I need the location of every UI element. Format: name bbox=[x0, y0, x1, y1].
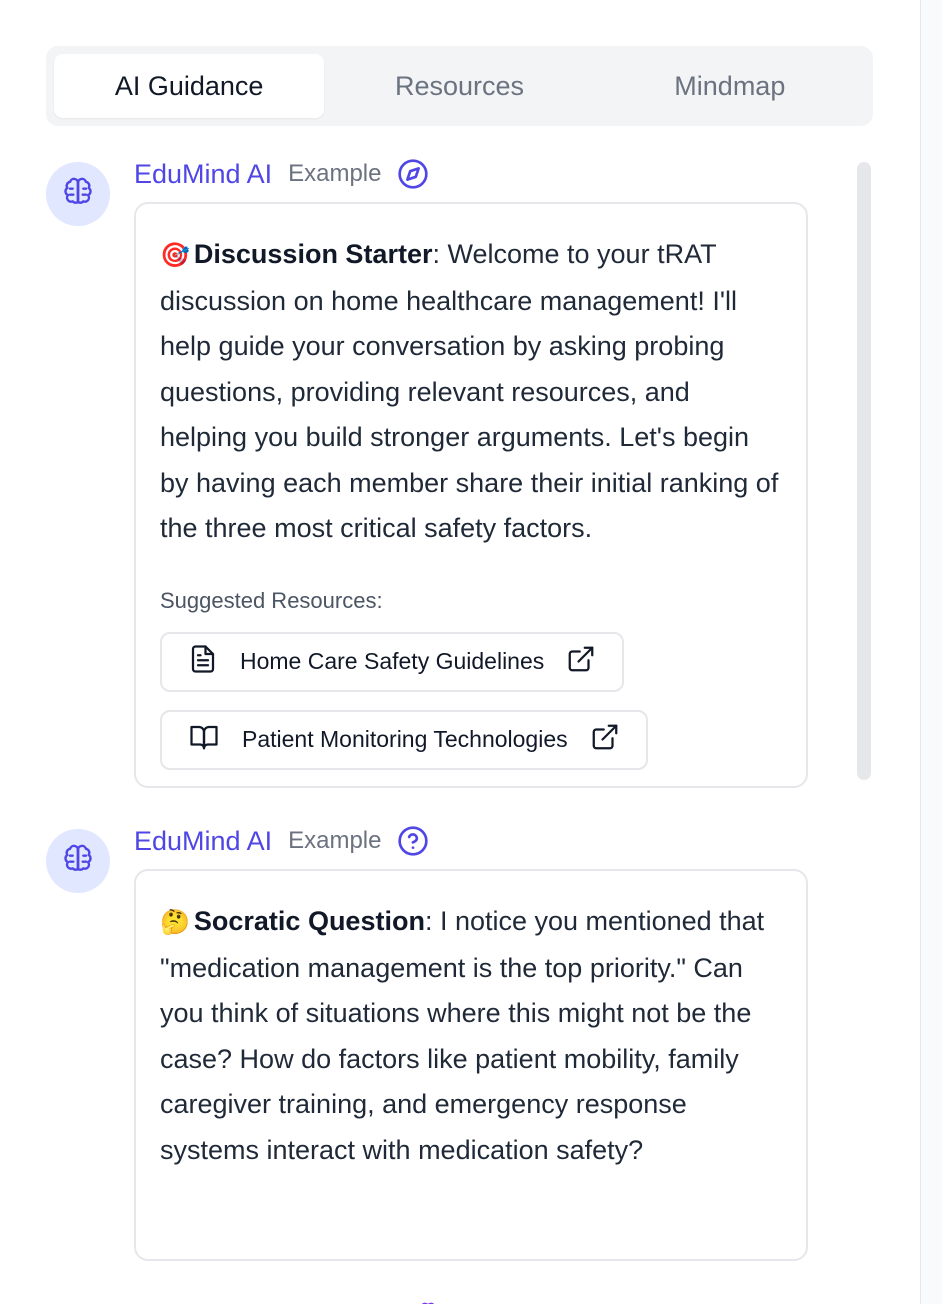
tab-ai-guidance[interactable]: AI Guidance bbox=[54, 54, 325, 118]
suggested-resources-heading: Suggested Resources: bbox=[160, 587, 383, 613]
author-name: EduMind AI bbox=[134, 825, 273, 856]
resource-home-care-safety[interactable]: Home Care Safety Guidelines bbox=[160, 631, 625, 692]
brain-icon bbox=[62, 843, 94, 880]
ai-guidance-panel: AI Guidance Resources Mindmap EduMind AI… bbox=[0, 0, 921, 1304]
message-title: Discussion Starter bbox=[193, 239, 433, 269]
external-link-icon bbox=[566, 644, 596, 679]
message-title: Socratic Question bbox=[193, 906, 425, 936]
book-icon bbox=[188, 722, 220, 757]
resource-patient-monitoring[interactable]: Patient Monitoring Technologies bbox=[160, 709, 648, 770]
next-message-icon-peek bbox=[418, 1296, 438, 1304]
resource-label: Home Care Safety Guidelines bbox=[240, 648, 545, 674]
message-body: : I notice you mentioned that "medicatio… bbox=[160, 906, 765, 1165]
message-tag: Example bbox=[288, 827, 382, 854]
message-meta: EduMind AI Example bbox=[134, 156, 429, 192]
author-name: EduMind AI bbox=[134, 158, 273, 189]
window-edge bbox=[921, 0, 942, 1304]
message-meta: EduMind AI Example bbox=[134, 823, 429, 859]
message-text: 🎯 Discussion Starter: Welcome to your tRA… bbox=[160, 232, 782, 552]
tab-resources[interactable]: Resources bbox=[324, 54, 594, 118]
target-emoji: 🎯 bbox=[160, 242, 190, 269]
message-text: 🤔 Socratic Question: I notice you mention… bbox=[160, 899, 782, 1173]
scrollbar-thumb[interactable] bbox=[857, 162, 871, 780]
question-circle-icon[interactable] bbox=[397, 825, 429, 857]
brain-icon bbox=[62, 176, 94, 213]
message-tag: Example bbox=[288, 160, 382, 187]
message-body: : Welcome to your tRAT discussion on hom… bbox=[160, 239, 779, 543]
compass-icon[interactable] bbox=[397, 158, 429, 190]
avatar bbox=[46, 829, 110, 893]
document-icon bbox=[188, 644, 218, 679]
message-bubble: 🎯 Discussion Starter: Welcome to your tRA… bbox=[134, 202, 808, 788]
avatar bbox=[46, 162, 110, 226]
tab-bar: AI Guidance Resources Mindmap bbox=[46, 46, 873, 126]
resource-label: Patient Monitoring Technologies bbox=[242, 726, 568, 752]
external-link-icon bbox=[590, 722, 620, 757]
tab-mindmap[interactable]: Mindmap bbox=[595, 54, 865, 118]
thinking-emoji: 🤔 bbox=[160, 909, 190, 936]
message-bubble: 🤔 Socratic Question: I notice you mention… bbox=[134, 869, 808, 1261]
